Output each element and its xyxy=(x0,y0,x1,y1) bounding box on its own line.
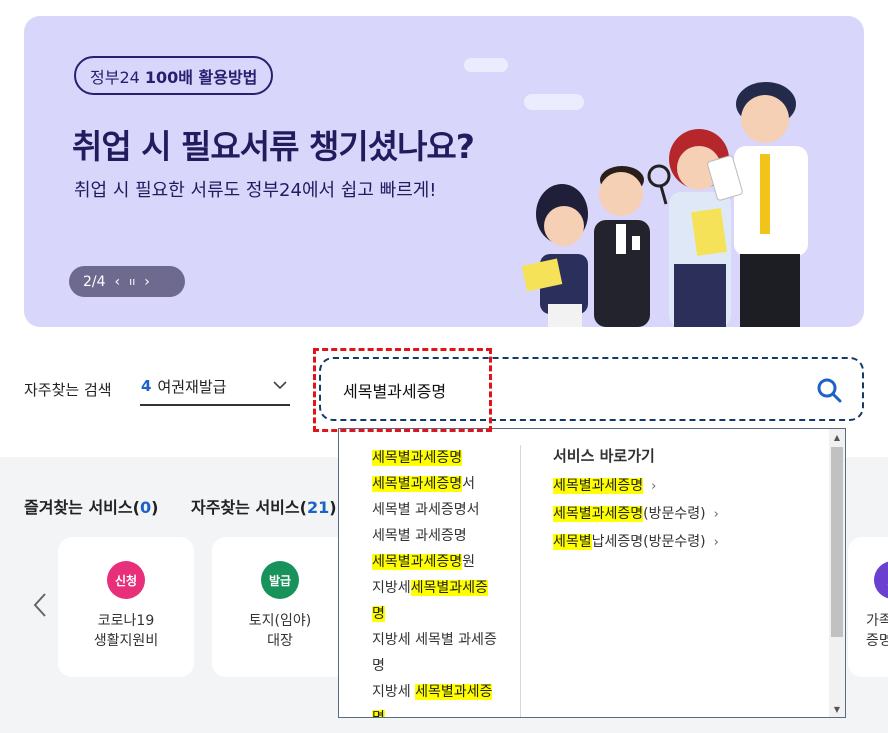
frequent-search-label: 자주찾는 검색 xyxy=(24,381,112,399)
card-label-line1: 토지(임야) xyxy=(248,613,312,629)
card-label-line1: 코로나19 xyxy=(97,613,155,629)
banner-tag-bold: 100배 활용방법 xyxy=(144,67,258,87)
suggestion-item[interactable]: 세목별 과세증명서 xyxy=(372,497,521,523)
suggestion-prefix: 지방세 xyxy=(372,684,416,700)
slide-prev-icon[interactable]: ‹ xyxy=(115,274,121,290)
suggestion-item[interactable]: 세목별 과세증명 xyxy=(372,523,521,549)
suggestion-match: 세목별과세증명 xyxy=(372,554,463,570)
suggestion-match: 명 xyxy=(372,606,385,622)
slide-counter: 2/4 xyxy=(83,273,106,290)
status-badge: 발급 xyxy=(261,561,299,599)
search-icon[interactable] xyxy=(816,377,842,403)
slide-controls: 2/4 ‹ ıı › xyxy=(69,266,185,297)
card-label-line2: 대장 xyxy=(267,633,293,649)
service-shortcut-list: 세목별과세증명 › 세목별과세증명(방문수령) › 세목별납세증명(방문수령) › xyxy=(553,475,813,554)
service-shortcut-panel: 서비스 바로가기 세목별과세증명 › 세목별과세증명(방문수령) › 세목별납세증명(방… xyxy=(553,445,813,559)
suggestion-list: 세목별과세증명 세목별과세증명서 세목별 과세증명서 세목별 과세증명 세목별과세증명원… xyxy=(339,429,521,717)
frequent-search-rank: 4 xyxy=(141,377,152,395)
search-input[interactable] xyxy=(343,377,783,403)
tab-frequent-services[interactable]: 자주찾는 서비스(21) xyxy=(191,494,337,518)
suggestion-rest: 세목별 과세증명서 xyxy=(372,502,480,518)
tab-frequent-label: 자주찾는 서비스 xyxy=(191,498,300,517)
service-rest: (방문수령) xyxy=(643,506,706,522)
service-card[interactable]: 발급 토지(임야) 대장 xyxy=(212,537,348,677)
service-card[interactable]: 신청 코로나19 생활지원비 xyxy=(58,537,194,677)
banner-tag: 정부24 100배 활용방법 xyxy=(74,56,274,95)
card-label-line2: 생활지원비 xyxy=(93,633,159,649)
frequent-search-select[interactable]: 4 여권재발급 xyxy=(140,368,290,406)
suggestion-rest: 지방세 세목별 과세증 xyxy=(372,632,497,648)
tab-favorite-open: ( xyxy=(132,498,140,517)
service-shortcut-item[interactable]: 세목별납세증명(방문수령) › xyxy=(553,531,813,554)
suggestion-item[interactable]: 세목별과세증명서 xyxy=(372,471,521,497)
suggestion-item[interactable]: 지방세 세목별 과세증 xyxy=(372,627,521,653)
service-match: 세목별과세증명 xyxy=(553,506,644,522)
suggestion-item[interactable]: 명 xyxy=(372,601,521,627)
suggestion-item[interactable]: 세목별과세증명원 xyxy=(372,549,521,575)
tab-favorite-close: ) xyxy=(151,498,159,517)
scroll-up-icon[interactable]: ▲ xyxy=(829,429,845,445)
frequent-search-term: 여권재발급 xyxy=(157,377,227,396)
page: 정부24 100배 활용방법 취업 시 필요서류 챙기셨나요? 취업 시 필요한… xyxy=(0,0,888,733)
status-badge: 신청 xyxy=(107,561,145,599)
suggestion-match: 명 xyxy=(372,710,385,717)
suggestion-rest: 서 xyxy=(462,476,476,492)
tab-favorite-services[interactable]: 즐겨찾는 서비스(0) xyxy=(24,494,158,518)
banner-tag-prefix: 정부24 xyxy=(90,67,140,87)
suggestion-rest: 세목별 과세증명 xyxy=(372,528,467,544)
slide-next-icon[interactable]: › xyxy=(144,274,150,290)
suggestion-item[interactable]: 명 xyxy=(372,705,521,717)
card-label-line1: 가족 xyxy=(866,613,888,629)
chevron-down-icon xyxy=(273,381,287,390)
suggestion-match: 세목별과세증명 xyxy=(372,450,463,466)
suggestion-item[interactable]: 세목별과세증명 xyxy=(372,445,521,471)
status-badge: 조 xyxy=(874,561,888,599)
card-label-line2: 증명 xyxy=(866,633,888,649)
suggestion-item[interactable]: 지방세 세목별과세증 xyxy=(372,679,521,705)
scroll-down-icon[interactable]: ▼ xyxy=(829,701,845,717)
chevron-left-icon[interactable] xyxy=(30,592,50,618)
dropdown-divider xyxy=(520,445,521,717)
tab-frequent-open: ( xyxy=(299,498,307,517)
slide-pause-icon[interactable]: ıı xyxy=(129,275,135,288)
scroll-thumb[interactable] xyxy=(831,447,843,637)
search-box xyxy=(319,357,864,421)
tab-favorite-label: 즐겨찾는 서비스 xyxy=(24,498,133,517)
tab-frequent-count: 21 xyxy=(306,498,330,517)
service-shortcut-item[interactable]: 세목별과세증명 › xyxy=(553,475,813,498)
suggestion-match: 세목별과세증 xyxy=(415,684,493,700)
chevron-right-icon: › xyxy=(713,507,719,522)
promo-banner[interactable]: 정부24 100배 활용방법 취업 시 필요서류 챙기셨나요? 취업 시 필요한… xyxy=(24,16,864,327)
suggestion-match: 세목별과세증명 xyxy=(372,476,463,492)
suggestion-rest: 원 xyxy=(462,554,476,570)
dropdown-scrollbar[interactable]: ▲ ▼ xyxy=(829,429,845,717)
suggestion-item[interactable]: 지방세세목별과세증 xyxy=(372,575,521,601)
service-match: 세목별과세증명 xyxy=(553,478,644,494)
autocomplete-dropdown: 세목별과세증명 세목별과세증명서 세목별 과세증명서 세목별 과세증명 세목별과세증명원… xyxy=(338,428,846,718)
suggestion-prefix: 지방세 xyxy=(372,580,411,596)
service-card[interactable]: 조 가족증명 xyxy=(848,537,888,677)
tab-favorite-count: 0 xyxy=(139,498,152,517)
chevron-right-icon: › xyxy=(651,479,657,494)
suggestion-rest: 명 xyxy=(372,658,385,674)
service-rest: 납세증명(방문수령) xyxy=(591,534,706,550)
service-match: 세목별 xyxy=(553,534,592,550)
banner-headline: 취업 시 필요서류 챙기셨나요? xyxy=(72,127,475,166)
service-shortcut-item[interactable]: 세목별과세증명(방문수령) › xyxy=(553,503,813,526)
suggestion-match: 세목별과세증 xyxy=(410,580,488,596)
chevron-right-icon: › xyxy=(713,535,719,550)
students-illustration xyxy=(521,82,808,327)
service-shortcut-title: 서비스 바로가기 xyxy=(553,447,655,465)
tab-frequent-close: ) xyxy=(329,498,337,517)
banner-subline: 취업 시 필요한 서류도 정부24에서 쉽고 빠르게! xyxy=(74,180,437,201)
suggestion-item[interactable]: 명 xyxy=(372,653,521,679)
